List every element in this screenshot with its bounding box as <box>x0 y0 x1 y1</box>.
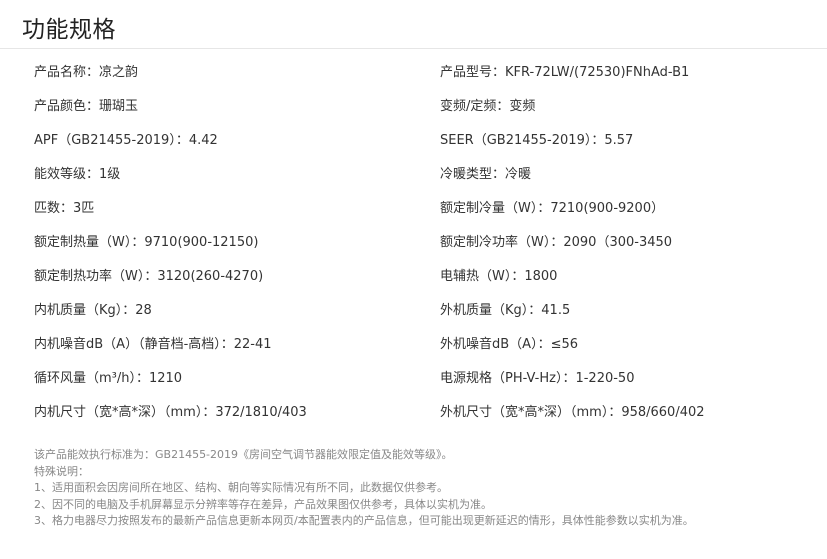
spec-item: 额定制冷量（W）：7210(900-9200） <box>440 201 665 216</box>
spec-row: 额定制热量（W）：9710(900-12150) 额定制冷功率（W）：2090（… <box>0 226 827 260</box>
spec-item: 能效等级：1级 <box>34 167 121 182</box>
spec-item: 额定制冷功率（W）：2090（300-3450 <box>440 235 673 250</box>
spec-item: 外机尺寸（宽*高*深）（mm）：958/660/402 <box>440 405 705 420</box>
spec-item: 产品名称：凉之韵 <box>34 65 139 80</box>
spec-item: 额定制热量（W）：9710(900-12150) <box>34 235 259 250</box>
spec-item: 电源规格（PH-V-Hz）：1-220-50 <box>440 371 635 386</box>
spec-item: 内机噪音dB（A）（静音档-高档）：22-41 <box>34 337 272 352</box>
section-title: 功能规格 <box>22 17 116 43</box>
special-note-heading: 特殊说明： <box>34 464 89 478</box>
special-note-item: 2、因不同的电脑及手机屏幕显示分辨率等存在差异，产品效果图仅供参考，具体以实机为… <box>34 497 492 511</box>
spec-item: 冷暖类型：冷暖 <box>440 167 532 182</box>
special-note-item: 3、格力电器尽力按照发布的最新产品信息更新本网页/本配置表内的产品信息，但可能出… <box>34 514 694 527</box>
spec-page: 功能规格 产品名称：凉之韵 产品型号：KFR-72LW/(72530)FNhAd… <box>0 0 827 559</box>
spec-item: 内机尺寸（宽*高*深）（mm）：372/1810/403 <box>34 405 307 420</box>
spec-item: 内机质量（Kg）：28 <box>34 303 152 318</box>
spec-item: 外机噪音dB（A）：≤56 <box>440 337 578 352</box>
spec-item: 匹数：3匹 <box>34 201 95 216</box>
notes-section: 该产品能效执行标准为：GB21455-2019《房间空气调节器能效限定值及能效等… <box>34 447 814 530</box>
spec-item: 产品颜色：珊瑚玉 <box>34 99 139 114</box>
title-divider <box>0 48 827 49</box>
spec-row: 额定制热功率（W）：3120(260-4270) 电辅热（W）：1800 <box>0 260 827 294</box>
standard-note: 该产品能效执行标准为：GB21455-2019《房间空气调节器能效限定值及能效等… <box>34 448 453 461</box>
spec-row: 匹数：3匹 额定制冷量（W）：7210(900-9200） <box>0 192 827 226</box>
spec-row: 产品颜色：珊瑚玉 变频/定频：变频 <box>0 90 827 124</box>
spec-row: 内机噪音dB（A）（静音档-高档）：22-41 外机噪音dB（A）：≤56 <box>0 328 827 362</box>
spec-row: 内机质量（Kg）：28 外机质量（Kg）：41.5 <box>0 294 827 328</box>
spec-item: APF（GB21455-2019）：4.42 <box>34 133 218 148</box>
spec-item: 电辅热（W）：1800 <box>440 269 558 284</box>
spec-item: 变频/定频：变频 <box>440 99 536 114</box>
spec-row: 能效等级：1级 冷暖类型：冷暖 <box>0 158 827 192</box>
spec-item: SEER（GB21455-2019）：5.57 <box>440 133 634 148</box>
spec-item: 循环风量（m³/h）：1210 <box>34 371 183 386</box>
spec-row: 内机尺寸（宽*高*深）（mm）：372/1810/403 外机尺寸（宽*高*深）… <box>0 396 827 430</box>
spec-item: 额定制热功率（W）：3120(260-4270) <box>34 269 264 284</box>
special-note-item: 1、适用面积会因房间所在地区、结构、朝向等实际情况有所不同，此数据仅供参考。 <box>34 481 448 494</box>
spec-row: APF（GB21455-2019）：4.42 SEER（GB21455-2019… <box>0 124 827 158</box>
spec-item: 外机质量（Kg）：41.5 <box>440 303 571 318</box>
spec-row: 产品名称：凉之韵 产品型号：KFR-72LW/(72530)FNhAd-B1 <box>0 56 827 90</box>
spec-item: 产品型号：KFR-72LW/(72530)FNhAd-B1 <box>440 65 690 80</box>
spec-row: 循环风量（m³/h）：1210 电源规格（PH-V-Hz）：1-220-50 <box>0 362 827 396</box>
spec-table: 产品名称：凉之韵 产品型号：KFR-72LW/(72530)FNhAd-B1 产… <box>0 56 827 430</box>
